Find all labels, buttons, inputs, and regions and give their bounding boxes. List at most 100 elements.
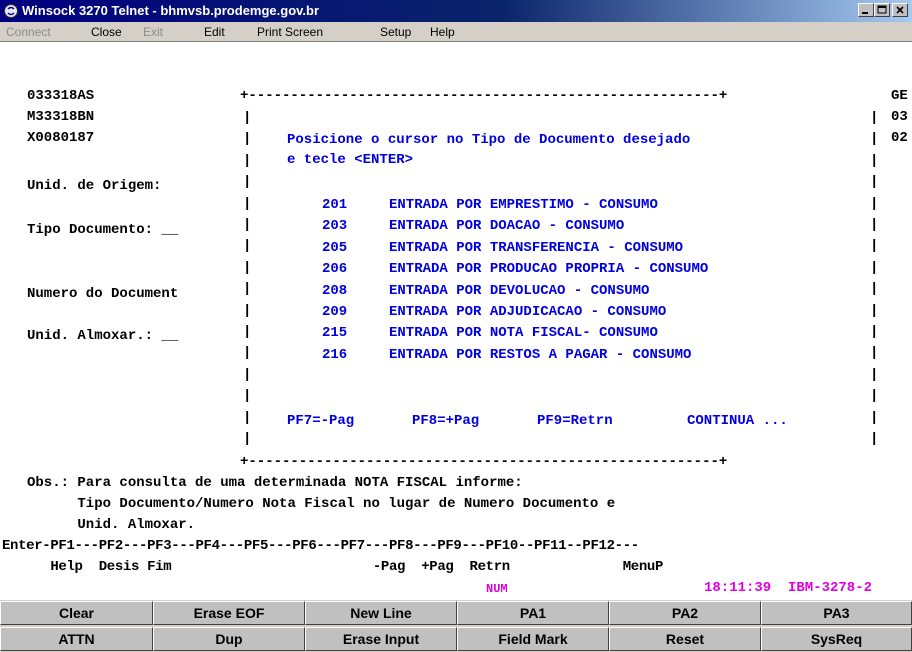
popup-border-segment: | (870, 152, 879, 169)
popup-border-segment: | (243, 110, 252, 126)
menu-edit[interactable]: Edit (204, 25, 225, 39)
new-line-button[interactable]: New Line (305, 601, 457, 625)
document-type-description: ENTRADA POR NOTA FISCAL- CONSUMO (389, 325, 658, 342)
continua-label: CONTINUA ... (687, 413, 788, 429)
menu-connect[interactable]: Connect (6, 25, 51, 39)
reset-button[interactable]: Reset (609, 627, 761, 651)
close-icon (896, 6, 904, 14)
document-type-description: ENTRADA POR RESTOS A PAGAR - CONSUMO (389, 346, 692, 363)
popup-border-top: +---------------------------------------… (240, 88, 728, 104)
terminal-type-status: IBM-3278-2 (788, 580, 873, 596)
popup-border-segment: | (243, 388, 252, 405)
pf-keys-line: Enter-PF1---PF2---PF3---PF4---PF5---PF6-… (2, 538, 639, 554)
popup-border-segment: | (243, 281, 252, 298)
popup-border-segment: | (243, 152, 252, 169)
document-type-description: ENTRADA POR DEVOLUCAO - CONSUMO (389, 282, 650, 299)
clock-status: 18:11:39 (704, 580, 772, 596)
header-line-1: 033318AS (27, 88, 95, 104)
document-type-code[interactable]: 216 (322, 347, 347, 363)
popup-border-segment: | (243, 345, 252, 362)
popup-border-segment: | (870, 345, 879, 362)
menu-bar: Connect Close Exit Edit Print Screen Set… (0, 22, 912, 42)
maximize-button[interactable] (874, 3, 890, 17)
popup-instruction-2: e tecle <ENTER> (287, 152, 414, 168)
window-title: Winsock 3270 Telnet - bhmvsb.prodemge.go… (22, 3, 320, 18)
popup-border-segment: | (243, 217, 252, 233)
obs-line-2: Tipo Documento/Numero Nota Fiscal no lug… (27, 496, 616, 512)
menu-close[interactable]: Close (91, 25, 122, 39)
header-line-2: M33318BN (27, 109, 95, 125)
document-type-code[interactable]: 201 (322, 197, 347, 213)
attn-button[interactable]: ATTN (0, 627, 153, 651)
obs-line-3: Unid. Almoxar. (27, 517, 196, 533)
document-type-code[interactable]: 209 (322, 304, 347, 320)
popup-border-segment: | (243, 409, 252, 426)
minimize-icon (862, 12, 868, 14)
maximize-icon (877, 5, 887, 14)
popup-border-segment: | (870, 388, 879, 405)
document-type-code[interactable]: 206 (322, 261, 347, 277)
tipo-documento-field[interactable]: Tipo Documento: __ (27, 222, 178, 238)
document-type-code[interactable]: 208 (322, 283, 347, 299)
popup-border-bottom: +---------------------------------------… (240, 454, 728, 470)
popup-border-segment: | (870, 366, 879, 383)
clear-button[interactable]: Clear (0, 601, 153, 625)
app-icon[interactable] (3, 3, 19, 19)
popup-border-segment: | (870, 302, 879, 319)
popup-border-segment: | (243, 259, 252, 276)
document-type-code[interactable]: 203 (322, 218, 347, 234)
popup-border-segment: | (243, 324, 252, 340)
popup-border-segment: | (870, 259, 879, 276)
close-window-button[interactable] (892, 3, 908, 17)
document-type-description: ENTRADA POR DOACAO - CONSUMO (389, 218, 625, 235)
popup-border-segment: | (870, 324, 879, 340)
obs-line-1: Obs.: Para consulta de uma determinada N… (27, 475, 523, 491)
document-type-code[interactable]: 215 (322, 325, 347, 341)
menu-help[interactable]: Help (430, 25, 455, 39)
popup-border-segment: | (243, 431, 252, 447)
menu-setup[interactable]: Setup (380, 25, 411, 39)
pf9-key[interactable]: PF9=Retrn (537, 413, 613, 429)
popup-border-segment: | (243, 238, 252, 255)
popup-border-segment: | (870, 238, 879, 255)
header-right-3: 02 (891, 130, 908, 146)
pf7-key[interactable]: PF7=-Pag (287, 413, 354, 429)
erase-eof-button[interactable]: Erase EOF (153, 601, 305, 625)
pa1-button[interactable]: PA1 (457, 601, 609, 625)
field-mark-button[interactable]: Field Mark (457, 627, 609, 651)
document-type-description: ENTRADA POR TRANSFERENCIA - CONSUMO (389, 239, 684, 256)
sysreq-button[interactable]: SysReq (761, 627, 912, 651)
erase-input-button[interactable]: Erase Input (305, 627, 457, 651)
popup-border-segment: | (870, 110, 879, 126)
document-type-code[interactable]: 205 (322, 240, 347, 256)
popup-border-segment: | (243, 131, 252, 148)
unid-almoxar-field[interactable]: Unid. Almoxar.: __ (27, 328, 178, 344)
popup-border-segment: | (870, 431, 879, 447)
pa2-button[interactable]: PA2 (609, 601, 761, 625)
minimize-button[interactable] (858, 3, 874, 17)
popup-border-segment: | (243, 302, 252, 319)
dup-button[interactable]: Dup (153, 627, 305, 651)
popup-border-segment: | (243, 174, 252, 191)
popup-instruction-1: Posicione o cursor no Tipo de Documento … (287, 132, 691, 148)
title-bar: Winsock 3270 Telnet - bhmvsb.prodemge.go… (0, 0, 912, 22)
function-keypad: Clear Erase EOF New Line PA1 PA2 PA3 ATT… (0, 600, 912, 652)
popup-border-segment: | (243, 366, 252, 383)
pf-labels-line: Help Desis Fim -Pag +Pag Retrn MenuP (2, 559, 664, 575)
popup-border-segment: | (243, 195, 252, 212)
header-right-2: 03 (891, 109, 908, 125)
popup-border-segment: | (870, 174, 879, 191)
document-type-description: ENTRADA POR ADJUDICACAO - CONSUMO (389, 304, 667, 320)
pf8-key[interactable]: PF8=+Pag (412, 413, 479, 429)
popup-border-segment: | (870, 195, 879, 212)
terminal-screen[interactable]: 033318AS M33318BN X0080187 GE 03 02 Unid… (0, 42, 912, 600)
popup-border-segment: | (870, 217, 879, 233)
pa3-button[interactable]: PA3 (761, 601, 912, 625)
popup-border-segment: | (870, 409, 879, 426)
menu-exit[interactable]: Exit (143, 25, 163, 39)
document-type-description: ENTRADA POR PRODUCAO PROPRIA - CONSUMO (389, 261, 709, 278)
num-lock-indicator: NUM (486, 582, 508, 596)
header-line-3: X0080187 (27, 130, 95, 146)
menu-print-screen[interactable]: Print Screen (257, 25, 323, 39)
unid-origem-label: Unid. de Origem: (27, 178, 162, 194)
